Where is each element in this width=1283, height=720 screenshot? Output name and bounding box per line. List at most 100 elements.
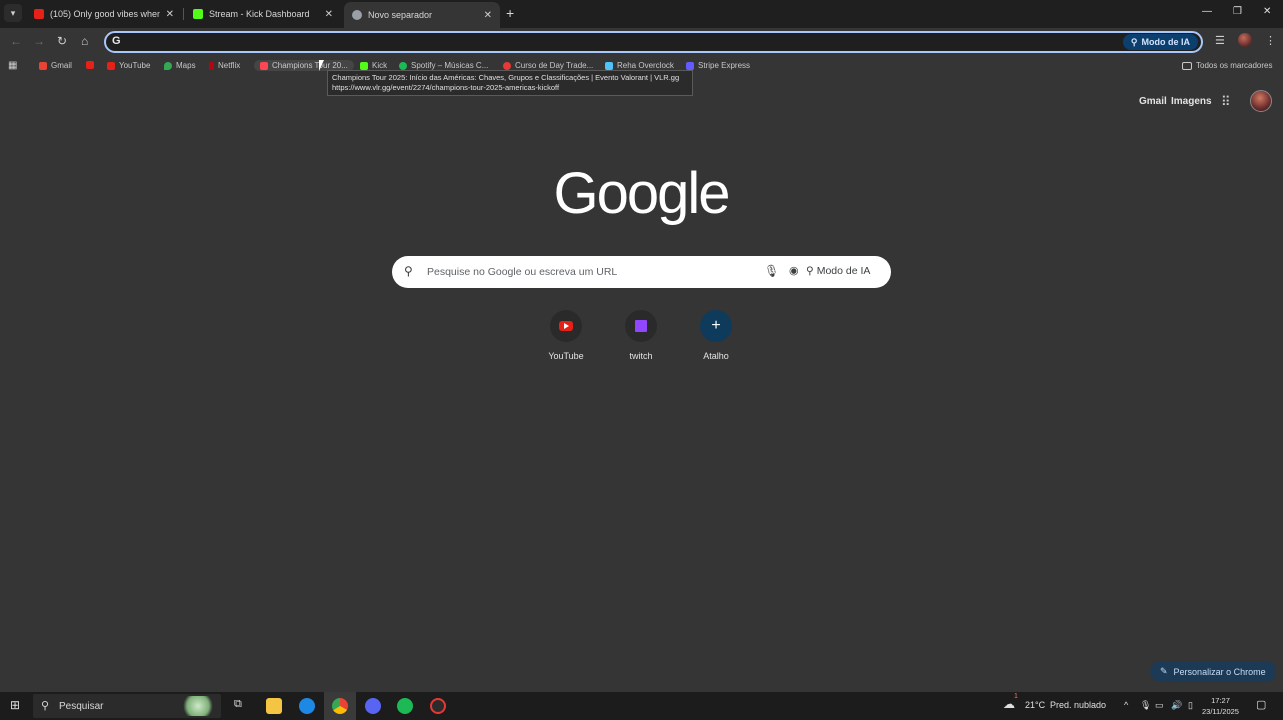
- bookmark-label: Kick: [372, 61, 388, 70]
- tray-chevron-icon[interactable]: ^: [1124, 700, 1128, 710]
- bookmark-label: YouTube: [119, 61, 151, 70]
- tab-youtube[interactable]: (105) Only good vibes when XI ✕: [26, 3, 182, 25]
- shortcut-add[interactable]: + Atalho: [686, 310, 746, 361]
- bookmark-youtube[interactable]: YouTube: [107, 61, 150, 70]
- close-tab-icon[interactable]: ✕: [484, 10, 492, 21]
- new-tab-plus-icon[interactable]: +: [506, 5, 514, 21]
- folder-icon: [1182, 61, 1192, 70]
- tooltip-title: Champions Tour 2025: Início das Américas…: [332, 73, 680, 82]
- shortcut-youtube[interactable]: YouTube: [536, 310, 596, 361]
- all-bookmarks[interactable]: Todos os marcadores: [1182, 61, 1272, 70]
- kick-favicon-icon: [193, 9, 203, 19]
- bookmark-kick[interactable]: Kick: [360, 61, 387, 70]
- bookmark-label: Stripe Express: [698, 61, 751, 70]
- forward-icon[interactable]: →: [33, 34, 45, 48]
- bookmark-netflix[interactable]: Netflix: [209, 61, 240, 70]
- tab-kick[interactable]: Stream - Kick Dashboard ✕: [185, 3, 341, 25]
- plus-icon: +: [711, 317, 721, 334]
- reload-icon[interactable]: ↻: [57, 34, 67, 48]
- ntp-search-box[interactable]: ⚲ Pesquise no Google ou escreva um URL 🎙…: [392, 256, 891, 288]
- shortcut-tile: [550, 310, 582, 342]
- bookmark-youtube-icon-only[interactable]: [86, 61, 98, 69]
- globe-favicon-icon: [352, 10, 362, 20]
- bookmark-maps[interactable]: Maps: [164, 61, 196, 70]
- tooltip-url: https://www.vlr.gg/event/2274/champions-…: [332, 83, 560, 92]
- bookmark-label: Spotify – Músicas C...: [411, 61, 489, 70]
- ai-mode-button[interactable]: ⚲ Modo de IA: [1122, 34, 1198, 50]
- shortcut-twitch[interactable]: twitch: [611, 310, 671, 361]
- gmail-link[interactable]: Gmail: [1139, 96, 1167, 107]
- pencil-icon: ✎: [1160, 666, 1168, 676]
- bookmark-label: Reha Overclock: [617, 61, 674, 70]
- reading-list-icon[interactable]: ☰: [1215, 34, 1225, 47]
- discord-icon[interactable]: [365, 698, 381, 714]
- battery-icon[interactable]: ▯: [1188, 700, 1193, 711]
- tab-new-tab[interactable]: Novo separador ✕: [344, 2, 500, 28]
- weather-desc[interactable]: Pred. nublado: [1050, 700, 1106, 710]
- windows-taskbar: ⊞ ⚲ Pesquisar ⧉ ☁ 1 21°C Pred. nublado ^…: [0, 692, 1283, 720]
- taskbar-clock[interactable]: 17:27 23/11/2025: [1202, 695, 1239, 717]
- task-view-icon[interactable]: ⧉: [234, 698, 242, 711]
- youtube-icon: [559, 321, 573, 331]
- ai-mode-label: Modo de IA: [816, 265, 871, 277]
- google-apps-icon[interactable]: ⠿: [1221, 94, 1230, 110]
- bookmark-label: Gmail: [51, 61, 72, 70]
- omnibox-input[interactable]: [130, 35, 1110, 49]
- volume-icon[interactable]: 🔊: [1171, 700, 1182, 711]
- search-icon: ⚲: [41, 700, 50, 712]
- tab-title: Novo separador: [368, 10, 433, 20]
- back-icon[interactable]: ←: [10, 34, 22, 48]
- search-placeholder: Pesquise no Google ou escreva um URL: [427, 266, 618, 278]
- bookmark-tooltip: Champions Tour 2025: Início das Américas…: [327, 70, 693, 96]
- omnibox[interactable]: G ⚲ Modo de IA: [104, 31, 1203, 53]
- search-icon: ⚲: [404, 264, 413, 278]
- ai-mode-button[interactable]: ⚲ Modo de IA: [806, 265, 870, 277]
- chrome-icon[interactable]: [332, 698, 348, 714]
- shortcut-label: twitch: [629, 351, 653, 361]
- customize-chrome-button[interactable]: ✎ Personalizar o Chrome: [1150, 661, 1276, 682]
- app-icon[interactable]: [430, 698, 446, 714]
- edge-icon[interactable]: [299, 698, 315, 714]
- close-tab-icon[interactable]: ✕: [166, 9, 174, 20]
- close-tab-icon[interactable]: ✕: [325, 9, 333, 20]
- ai-search-icon: ⚲: [806, 265, 814, 277]
- google-logo: Google: [553, 161, 730, 226]
- weather-temp[interactable]: 21°C: [1025, 700, 1045, 710]
- images-link[interactable]: Imagens: [1171, 96, 1212, 107]
- profile-avatar[interactable]: [1238, 33, 1252, 47]
- mouse-cursor-icon: [319, 60, 324, 71]
- shortcut-tile: +: [700, 310, 732, 342]
- microphone-icon[interactable]: 🎙: [764, 264, 779, 278]
- windows-start-icon[interactable]: ⊞: [10, 698, 20, 712]
- bookmark-reha[interactable]: Reha Overclock: [605, 61, 674, 70]
- search-highlight-image: [181, 696, 215, 716]
- maps-icon: [164, 61, 172, 70]
- notification-icon[interactable]: ▢: [1256, 698, 1266, 711]
- youtube-icon: [107, 61, 115, 70]
- menu-kebab-icon[interactable]: ⋮: [1265, 34, 1276, 47]
- google-lens-icon[interactable]: ◉: [789, 264, 799, 277]
- bookmark-stripe[interactable]: Stripe Express: [686, 61, 750, 70]
- spotify-icon[interactable]: [397, 698, 413, 714]
- microphone-icon[interactable]: 🎙: [1140, 700, 1151, 711]
- account-avatar[interactable]: [1250, 90, 1272, 112]
- bookmark-gmail[interactable]: Gmail: [39, 61, 72, 70]
- close-window-icon[interactable]: ✕: [1263, 6, 1271, 17]
- customize-label: Personalizar o Chrome: [1173, 666, 1266, 677]
- youtube-icon: [86, 61, 94, 69]
- minimize-icon[interactable]: —: [1202, 6, 1212, 17]
- file-explorer-icon[interactable]: [266, 698, 282, 714]
- network-icon[interactable]: ▭: [1155, 700, 1164, 711]
- course-icon: [503, 61, 511, 70]
- taskbar-search[interactable]: ⚲ Pesquisar: [33, 694, 221, 718]
- apps-grid-icon[interactable]: ▦: [8, 60, 17, 71]
- home-icon[interactable]: ⌂: [81, 34, 88, 48]
- youtube-favicon-icon: [34, 9, 44, 19]
- tab-strip: ▾ (105) Only good vibes when XI ✕ Stream…: [0, 0, 1283, 28]
- tab-search-chevron-icon[interactable]: ▾: [4, 4, 22, 22]
- tab-title: Stream - Kick Dashboard: [209, 9, 310, 19]
- shortcut-label: YouTube: [548, 351, 584, 361]
- restore-icon[interactable]: ❐: [1233, 6, 1242, 17]
- bookmark-day-trade[interactable]: Curso de Day Trade...: [503, 61, 593, 70]
- bookmark-spotify[interactable]: Spotify – Músicas C...: [399, 61, 488, 70]
